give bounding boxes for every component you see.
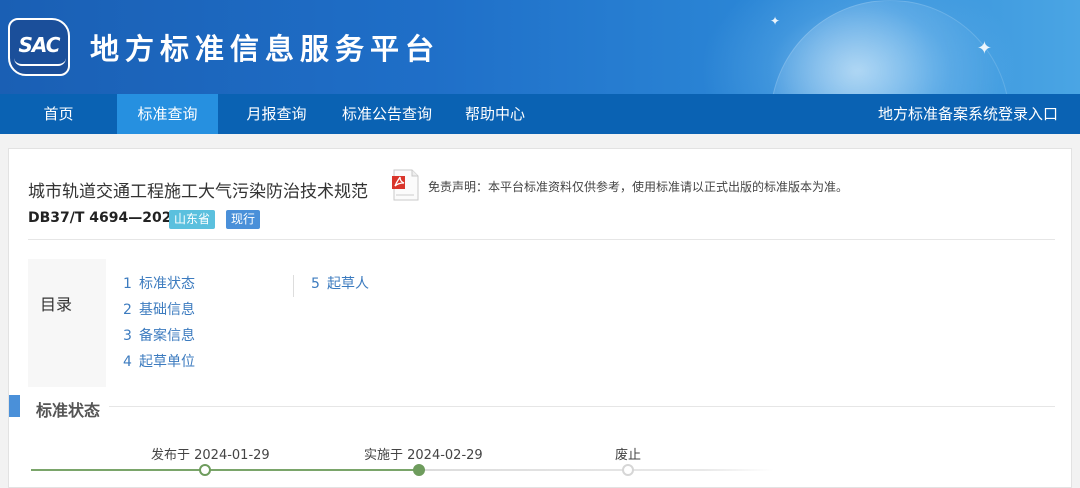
toc-item-status[interactable]: 1 标准状态 <box>123 271 195 297</box>
timeline-pending-line <box>419 469 774 471</box>
toc-item-label: 备案信息 <box>139 328 195 344</box>
nav-item-home[interactable]: 首页 <box>0 94 117 134</box>
toc-column-2: 5 起草人 <box>311 271 369 297</box>
toc-item-number: 2 <box>123 302 132 318</box>
nav-item-help-center[interactable]: 帮助中心 <box>452 94 538 134</box>
filing-system-login-link[interactable]: 地方标准备案系统登录入口 <box>878 94 1058 134</box>
site-title: 地方标准信息服务平台 <box>90 32 441 66</box>
toc-item-label: 标准状态 <box>139 276 195 292</box>
sac-logo[interactable]: SAC <box>8 18 70 76</box>
nav-item-announcement-search[interactable]: 标准公告查询 <box>336 94 438 134</box>
divider <box>28 239 1055 240</box>
header-banner: ✦ ✦ SAC 地方标准信息服务平台 <box>0 0 1080 94</box>
pdf-file-icon[interactable] <box>390 168 422 202</box>
toc-item-label: 起草人 <box>327 276 369 292</box>
section-title-status: 标准状态 <box>36 401 101 420</box>
toc-label: 目录 <box>40 295 73 314</box>
toc-item-label: 基础信息 <box>139 302 195 318</box>
status-badge: 现行 <box>226 210 261 229</box>
timeline-node-published <box>199 464 211 476</box>
standard-title: 城市轨道交通工程施工大气污染防治技术规范 <box>28 182 368 202</box>
nav-item-monthly-report[interactable]: 月报查询 <box>230 94 323 134</box>
toc-column-1: 1 标准状态 2 基础信息 3 备案信息 4 起草单位 <box>123 271 195 375</box>
toc-item-drafters[interactable]: 5 起草人 <box>311 271 369 297</box>
timeline-progress-line <box>31 469 419 471</box>
toc-item-drafting-units[interactable]: 4 起草单位 <box>123 349 195 375</box>
toc-item-basic-info[interactable]: 2 基础信息 <box>123 297 195 323</box>
timeline-node-implemented <box>413 464 425 476</box>
standard-number: DB37/T 4694—2024 <box>28 210 182 226</box>
nav-item-standard-search[interactable]: 标准查询 <box>117 94 218 134</box>
toc-item-label: 起草单位 <box>139 354 195 370</box>
section-divider <box>109 406 1055 407</box>
toc-panel <box>28 259 106 387</box>
toc-item-number: 1 <box>123 276 132 292</box>
main-nav: 首页 标准查询 月报查询 标准公告查询 帮助中心 地方标准备案系统登录入口 <box>0 94 1080 134</box>
toc-item-number: 3 <box>123 328 132 344</box>
standard-detail-card: 城市轨道交通工程施工大气污染防治技术规范 免责声明：本平台标准资料仅供参考，使用… <box>8 148 1072 488</box>
sparkle-icon: ✦ <box>976 38 992 59</box>
toc-item-filing-info[interactable]: 3 备案信息 <box>123 323 195 349</box>
toc-item-number: 4 <box>123 354 132 370</box>
timeline-label-implemented: 实施于 2024-02-29 <box>364 448 483 463</box>
timeline-label-abolished: 废止 <box>615 448 642 463</box>
timeline-node-abolished <box>622 464 634 476</box>
toc-item-number: 5 <box>311 276 320 292</box>
section-marker <box>9 395 20 417</box>
sparkle-icon: ✦ <box>769 14 780 28</box>
toc-divider <box>293 275 294 297</box>
timeline-label-published: 发布于 2024-01-29 <box>151 448 270 463</box>
logo-text: SAC <box>18 33 61 57</box>
disclaimer-text: 免责声明：本平台标准资料仅供参考，使用标准请以正式出版的标准版本为准。 <box>428 180 849 194</box>
logo-swoosh <box>14 58 66 66</box>
province-badge: 山东省 <box>169 210 216 229</box>
